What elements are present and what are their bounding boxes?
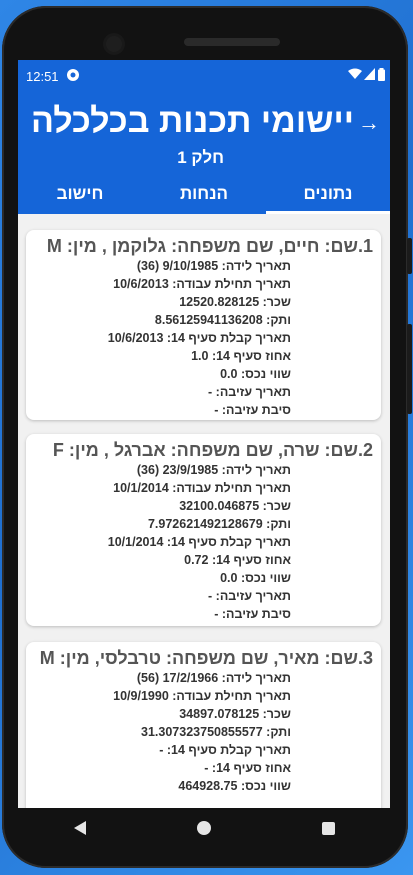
asset-value: שווי נכס: 464928.75 xyxy=(178,779,291,793)
employee-heading: 2.שם: שרה, שם משפחה: אברגל , מין: F xyxy=(52,440,373,460)
seniority: ותק: 8.56125941136208 xyxy=(154,313,291,327)
tab-bar: חישוב הנחות נתונים xyxy=(18,174,390,214)
front-camera xyxy=(106,36,122,52)
section14-percent: אחוז סעיף 14: 0.72 xyxy=(184,553,291,567)
nav-back-icon[interactable] xyxy=(73,821,86,835)
system-nav-bar xyxy=(18,808,390,848)
birth-date: תאריך לידה: 9/10/1985 (36) xyxy=(136,259,291,273)
tab-assumptions[interactable]: הנחות xyxy=(142,174,266,214)
start-date: תאריך תחילת עבודה: 10/9/1990 xyxy=(113,689,291,703)
start-date: תאריך תחילת עבודה: 10/6/2013 xyxy=(113,277,291,291)
seniority: ותק: 7.972621492128679 xyxy=(147,517,291,531)
employee-card[interactable]: 1.שם: חיים, שם משפחה: גלוקמן , מין: M תא… xyxy=(26,230,381,420)
leave-reason: סיבת עזיבה: - xyxy=(214,607,291,621)
section14-date: תאריך קבלת סעיף 14: - xyxy=(159,743,291,757)
employee-heading: 1.שם: חיים, שם משפחה: גלוקמן , מין: M xyxy=(46,236,373,256)
employee-card[interactable]: 2.שם: שרה, שם משפחה: אברגל , מין: F תארי… xyxy=(26,434,381,626)
start-date: תאריך תחילת עבודה: 10/1/2014 xyxy=(113,481,291,495)
signal-icon xyxy=(364,68,375,83)
salary: שכר: 32100.046875 xyxy=(179,499,291,513)
app-bar: → יישומי תכנות בכלכלה חלק 1 חישוב הנחות … xyxy=(18,90,390,214)
section14-date: תאריך קבלת סעיף 14: 10/6/2013 xyxy=(107,331,291,345)
asset-value: שווי נכס: 0.0 xyxy=(220,571,291,585)
app-screen: 12:51 → יישומי תכנות בכלכלה חלק 1 חישוב … xyxy=(18,60,390,808)
wifi-icon xyxy=(348,68,362,83)
tab-calculation[interactable]: חישוב xyxy=(18,174,142,214)
volume-button xyxy=(407,238,412,274)
employee-card[interactable]: 3.שם: מאיר, שם משפחה: טרבלסי, מין: M תאר… xyxy=(26,642,381,808)
salary: שכר: 34897.078125 xyxy=(179,707,291,721)
status-bar: 12:51 xyxy=(18,60,390,90)
employee-list[interactable]: 1.שם: חיים, שם משפחה: גלוקמן , מין: M תא… xyxy=(18,214,390,808)
battery-icon xyxy=(378,68,385,84)
power-button xyxy=(407,324,412,414)
back-arrow-icon[interactable]: → xyxy=(358,112,380,134)
nav-home-icon[interactable] xyxy=(196,821,211,835)
leave-date: תאריך עזיבה: - xyxy=(208,385,291,399)
salary: שכר: 12520.828125 xyxy=(179,295,291,309)
tab-data[interactable]: נתונים xyxy=(266,174,390,214)
asset-value: שווי נכס: 0.0 xyxy=(220,367,291,381)
leave-reason: סיבת עזיבה: - xyxy=(214,403,291,417)
status-time: 12:51 xyxy=(26,69,59,84)
birth-date: תאריך לידה: 17/2/1966 (56) xyxy=(136,671,291,685)
nav-recents-icon[interactable] xyxy=(321,821,335,835)
birth-date: תאריך לידה: 23/9/1985 (36) xyxy=(136,463,291,477)
notification-icon xyxy=(66,68,80,85)
section14-percent: אחוז סעיף 14: - xyxy=(204,761,291,775)
section14-percent: אחוז סעיף 14: 1.0 xyxy=(191,349,291,363)
section14-date: תאריך קבלת סעיף 14: 10/1/2014 xyxy=(107,535,291,549)
seniority: ותק: 31.307323750855577 xyxy=(141,725,291,739)
page-subtitle: חלק 1 xyxy=(177,148,224,167)
leave-date: תאריך עזיבה: - xyxy=(208,589,291,603)
employee-heading: 3.שם: מאיר, שם משפחה: טרבלסי, מין: M xyxy=(39,648,373,668)
page-title: יישומי תכנות בכלכלה xyxy=(30,102,354,140)
earpiece-speaker xyxy=(184,38,280,46)
